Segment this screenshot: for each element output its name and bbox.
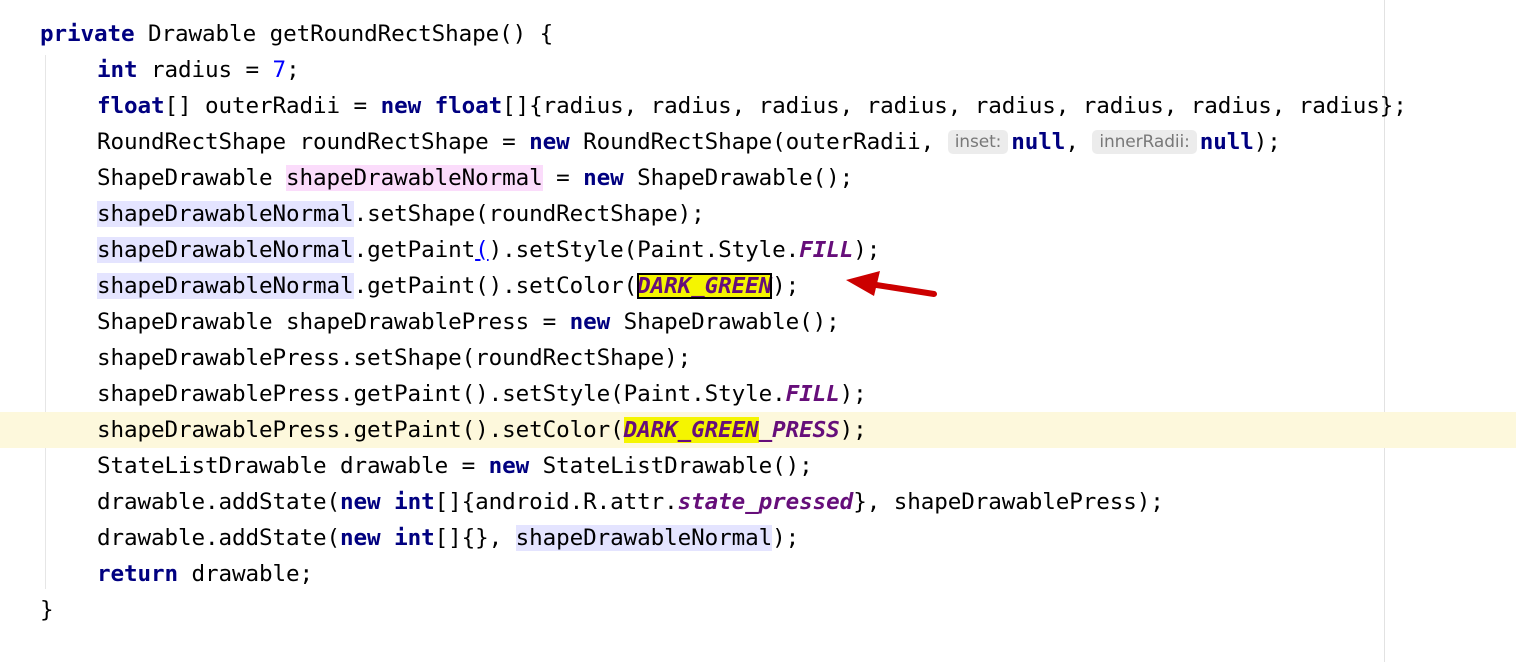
- code-text: );: [839, 417, 867, 443]
- code-text: Drawable: [148, 21, 257, 47]
- code-text: ;: [286, 57, 300, 83]
- code-line-8[interactable]: shapeDrawableNormal.getPaint().setColor(…: [0, 268, 1516, 304]
- variable-usage-highlight[interactable]: shapeDrawableNormal: [515, 525, 772, 551]
- code-text: getRoundRectShape() {: [256, 21, 554, 47]
- variable-usage-highlight[interactable]: shapeDrawableNormal: [97, 237, 354, 263]
- code-text: .setShape(roundRectShape);: [353, 201, 705, 227]
- code-line-12-current[interactable]: shapeDrawablePress.getPaint().setColor(D…: [0, 412, 1516, 448]
- code-text: =: [542, 165, 584, 191]
- code-text: .getPaint().setColor(: [353, 273, 638, 299]
- keyword: return: [97, 561, 179, 587]
- code-text: );: [839, 381, 867, 407]
- code-text: RoundRectShape(outerRadii,: [569, 129, 948, 155]
- code-line-13[interactable]: StateListDrawable drawable = new StateLi…: [0, 448, 1516, 484]
- code-line-11[interactable]: shapeDrawablePress.getPaint().setStyle(P…: [0, 376, 1516, 412]
- keyword: int: [97, 57, 138, 83]
- code-text: StateListDrawable();: [529, 453, 813, 479]
- code-text: drawable.addState(: [97, 489, 341, 515]
- parameter-hint-inset: inset:: [947, 130, 1009, 154]
- code-line-9[interactable]: ShapeDrawable shapeDrawablePress = new S…: [0, 304, 1516, 340]
- code-text: );: [853, 237, 881, 263]
- code-text: drawable;: [178, 561, 314, 587]
- code-line-2[interactable]: int radius = 7;: [0, 52, 1516, 88]
- code-text: drawable.addState(: [97, 525, 341, 551]
- code-text: [] outerRadii =: [164, 93, 381, 119]
- code-text: .getPaint: [353, 237, 476, 263]
- keyword: int: [394, 525, 435, 551]
- code-text: }: [40, 597, 54, 623]
- keyword: float: [434, 93, 503, 119]
- search-match-selected[interactable]: DARK_GREEN: [637, 273, 772, 299]
- code-line-3[interactable]: float[] outerRadii = new float[]{radius,…: [0, 88, 1516, 124]
- code-line-14[interactable]: drawable.addState(new int[]{android.R.at…: [0, 484, 1516, 520]
- code-line-7[interactable]: shapeDrawableNormal.getPaint().setStyle(…: [0, 232, 1516, 268]
- variable-declaration-highlight[interactable]: shapeDrawableNormal: [286, 165, 543, 191]
- variable-usage-highlight[interactable]: shapeDrawableNormal: [97, 273, 354, 299]
- number-literal: 7: [272, 57, 287, 83]
- code-line-16[interactable]: return drawable;: [0, 556, 1516, 592]
- keyword: null: [1011, 129, 1066, 155]
- code-text: .setStyle(Paint.Style.: [502, 237, 800, 263]
- variable-usage-highlight[interactable]: shapeDrawableNormal: [97, 201, 354, 227]
- code-text: RoundRectShape roundRectShape =: [97, 129, 530, 155]
- code-text: []{radius, radius, radius, radius, radiu…: [502, 93, 1407, 119]
- code-line-1[interactable]: private Drawable getRoundRectShape() {: [0, 16, 1516, 52]
- constant: state_pressed: [677, 489, 854, 515]
- code-text: shapeDrawablePress.setShape(roundRectSha…: [97, 345, 692, 371]
- code-text: StateListDrawable drawable =: [97, 453, 489, 479]
- code-text: );: [772, 273, 800, 299]
- matched-paren-link[interactable]: (: [475, 237, 489, 263]
- constant: _PRESS: [758, 417, 840, 443]
- code-editor[interactable]: private Drawable getRoundRectShape() { i…: [0, 0, 1516, 662]
- code-line-15[interactable]: drawable.addState(new int[]{}, shapeDraw…: [0, 520, 1516, 556]
- code-line-6[interactable]: shapeDrawableNormal.setShape(roundRectSh…: [0, 196, 1516, 232]
- keyword: null: [1199, 129, 1254, 155]
- code-text: ShapeDrawable shapeDrawablePress =: [97, 309, 570, 335]
- keyword: new: [583, 165, 624, 191]
- keyword: private: [40, 21, 135, 47]
- code-text: ShapeDrawable();: [623, 165, 854, 191]
- code-text: radius =: [137, 57, 273, 83]
- code-line-10[interactable]: shapeDrawablePress.setShape(roundRectSha…: [0, 340, 1516, 376]
- keyword: new: [340, 525, 381, 551]
- parameter-hint-inner-radii: innerRadii:: [1092, 130, 1197, 154]
- keyword: int: [394, 489, 435, 515]
- code-line-17[interactable]: }: [0, 592, 1516, 628]
- code-text: }, shapeDrawablePress);: [853, 489, 1164, 515]
- code-text: ShapeDrawable: [97, 165, 287, 191]
- code-text: shapeDrawablePress.getPaint().setColor(: [97, 417, 624, 443]
- constant: FILL: [785, 381, 840, 407]
- keyword: new: [529, 129, 570, 155]
- constant: FILL: [799, 237, 854, 263]
- keyword: float: [97, 93, 165, 119]
- code-text: );: [772, 525, 800, 551]
- code-text: );: [1253, 129, 1281, 155]
- red-arrow-icon: [846, 271, 937, 297]
- code-text: []{android.R.attr.: [434, 489, 678, 515]
- code-text: shapeDrawablePress.getPaint().setStyle(P…: [97, 381, 786, 407]
- code-line-5[interactable]: ShapeDrawable shapeDrawableNormal = new …: [0, 160, 1516, 196]
- keyword: new: [488, 453, 530, 479]
- keyword: new: [380, 93, 422, 119]
- code-text: ShapeDrawable();: [610, 309, 840, 335]
- code-text: ,: [1065, 129, 1093, 155]
- search-match[interactable]: DARK_GREEN: [623, 417, 759, 443]
- code-line-4[interactable]: RoundRectShape roundRectShape = new Roun…: [0, 124, 1516, 160]
- keyword: new: [569, 309, 611, 335]
- code-text: ): [488, 237, 503, 263]
- code-text: []{},: [434, 525, 516, 551]
- keyword: new: [340, 489, 381, 515]
